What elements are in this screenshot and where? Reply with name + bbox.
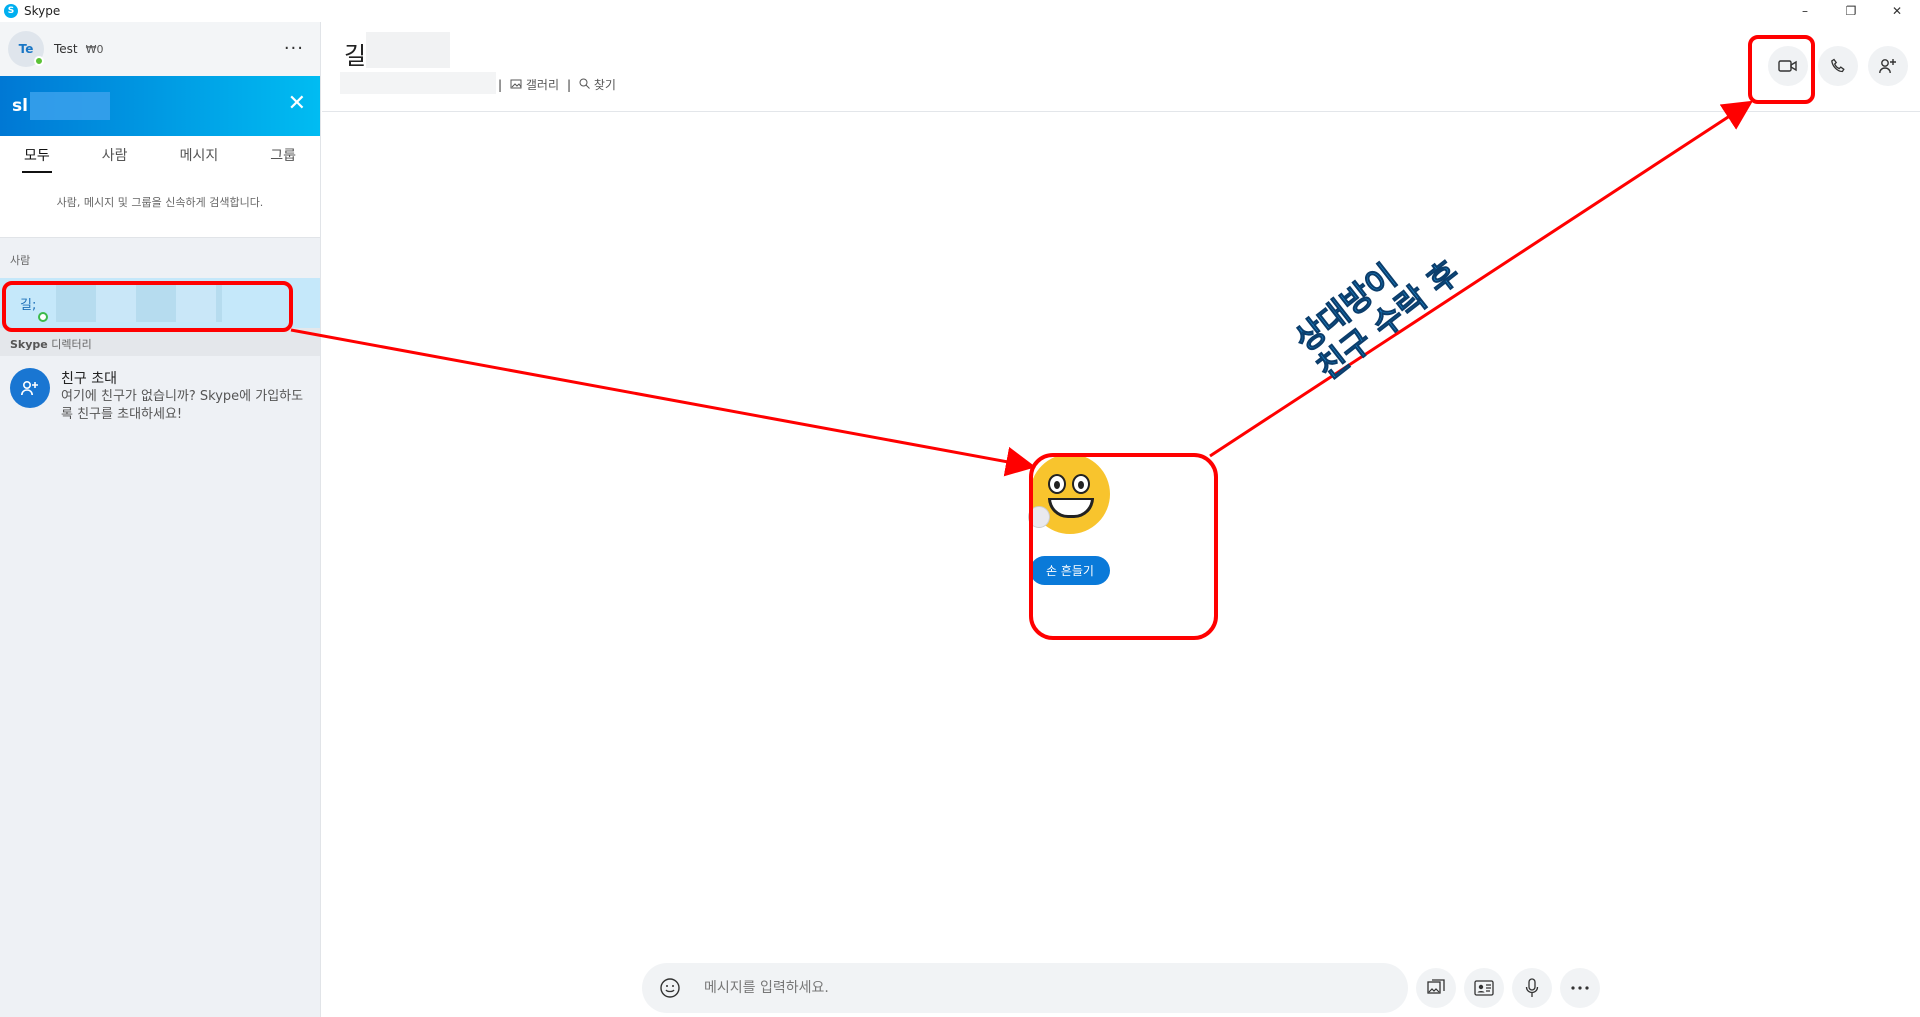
contact-status-icon: [38, 312, 48, 322]
chat-header: 길; | 갤러리 | 찾기: [322, 22, 1920, 112]
window-controls: – ❐ ✕: [1782, 0, 1920, 22]
redacted-search-text: [29, 92, 110, 120]
chat-meta: | 갤러리 | 찾기: [498, 76, 616, 93]
wave-button[interactable]: 손 흔들기: [1030, 556, 1110, 585]
composer-box: [642, 963, 1408, 1013]
message-input[interactable]: [704, 980, 1304, 996]
more-options-icon[interactable]: ···: [284, 38, 304, 59]
invite-friends-item[interactable]: 친구 초대 여기에 친구가 없습니까? Skype에 가입하도록 친구를 초대하…: [0, 356, 320, 436]
share-media-button[interactable]: [1416, 968, 1456, 1008]
redacted-title: [366, 32, 450, 68]
skype-credit[interactable]: ₩0: [86, 43, 104, 56]
close-window-button[interactable]: ✕: [1874, 0, 1920, 22]
find-label: 찾기: [593, 78, 616, 92]
audio-call-button[interactable]: [1818, 46, 1858, 86]
gallery-label: 갤러리: [525, 78, 559, 92]
gallery-icon: [1427, 979, 1445, 994]
contact-result-row[interactable]: 길;: [0, 278, 320, 328]
tab-all[interactable]: 모두: [22, 145, 52, 173]
invite-title: 친구 초대: [61, 371, 117, 387]
directory-section-label: Skype 디렉터리: [0, 328, 320, 356]
window-title: Skype: [24, 4, 61, 18]
add-person-icon: [1879, 59, 1896, 74]
video-camera-icon: [1778, 60, 1797, 72]
message-composer: [642, 963, 1642, 1013]
waving-hand-icon: [1028, 506, 1050, 528]
emoji-button[interactable]: [650, 968, 690, 1008]
skype-logo-icon: S: [4, 4, 18, 18]
search-input[interactable]: sl: [12, 96, 28, 116]
tab-people[interactable]: 사람: [102, 145, 128, 171]
redacted-subtitle: [340, 72, 496, 94]
directory-brand: Skype: [10, 338, 48, 351]
wave-welcome-card: 손 흔들기: [1028, 454, 1110, 585]
share-contact-button[interactable]: [1464, 968, 1504, 1008]
search-bar: sl ✕: [0, 76, 320, 136]
more-icon: [1571, 986, 1589, 990]
restore-button[interactable]: ❐: [1828, 0, 1874, 22]
smiling-emoticon-icon: [1028, 454, 1110, 534]
emoticon-mouth: [1048, 498, 1094, 518]
title-bar: S Skype – ❐ ✕: [0, 0, 1920, 22]
microphone-icon: [1525, 978, 1539, 997]
call-actions: [1768, 46, 1908, 86]
contact-name: 길;: [20, 297, 37, 313]
contact-card-icon: [1474, 980, 1494, 996]
voice-message-button[interactable]: [1512, 968, 1552, 1008]
search-hint: 사람, 메시지 및 그룹을 신속하게 검색합니다.: [0, 180, 320, 238]
tab-groups[interactable]: 그룹: [270, 145, 296, 171]
clear-search-icon[interactable]: ✕: [288, 93, 306, 115]
avatar[interactable]: Te: [8, 31, 44, 67]
video-call-button[interactable]: [1768, 46, 1808, 86]
more-actions-button[interactable]: [1560, 968, 1600, 1008]
smiley-icon: [660, 978, 680, 998]
separator: |: [567, 77, 572, 92]
chat-panel: 길; | 갤러리 | 찾기 손 흔들기 메시지를 입력하세요.: [322, 22, 1920, 1017]
directory-label: 디렉터리: [47, 338, 92, 351]
people-section-label: 사람: [10, 254, 31, 267]
search-filter-tabs: 모두 사람 메시지 그룹: [0, 136, 320, 180]
add-person-icon: [10, 368, 50, 408]
add-participant-button[interactable]: [1868, 46, 1908, 86]
gallery-icon: [510, 79, 522, 89]
invite-description: 여기에 친구가 없습니까? Skype에 가입하도록 친구를 초대하세요!: [61, 389, 304, 422]
phone-icon: [1831, 58, 1845, 73]
redacted-contact-details: [56, 284, 222, 322]
emoticon-eye: [1072, 474, 1090, 494]
search-icon: [579, 78, 590, 89]
separator: |: [498, 77, 503, 92]
tab-messages[interactable]: 메시지: [180, 145, 219, 171]
profile-header: Te Test ₩0 ···: [0, 22, 320, 76]
sidebar: Te Test ₩0 ··· sl ✕ 모두 사람 메시지 그룹 사람, 메시지…: [0, 22, 321, 1017]
profile-name[interactable]: Test: [54, 42, 78, 56]
emoticon-eye: [1048, 474, 1066, 494]
gallery-link[interactable]: 갤러리: [510, 76, 559, 93]
minimize-button[interactable]: –: [1782, 0, 1828, 22]
avatar-initials: Te: [18, 42, 34, 56]
find-link[interactable]: 찾기: [579, 76, 616, 93]
online-status-icon: [34, 56, 44, 66]
invite-text: 친구 초대 여기에 친구가 없습니까? Skype에 가입하도록 친구를 초대하…: [61, 368, 311, 424]
